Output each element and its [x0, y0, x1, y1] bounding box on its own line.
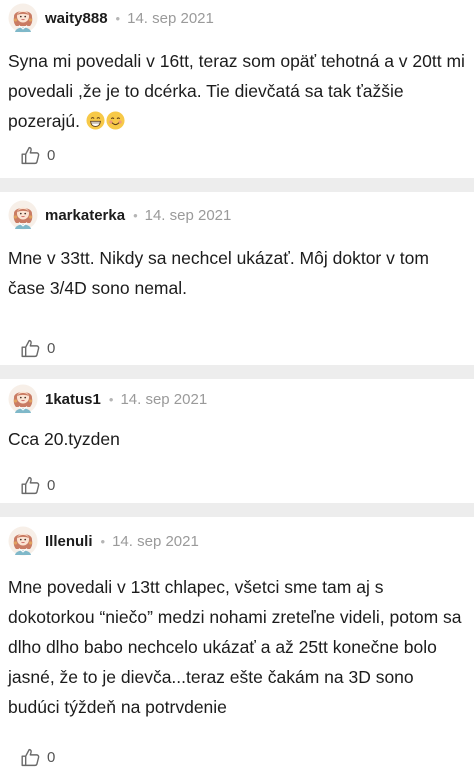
like-count: 0	[47, 340, 56, 357]
comment-date: 14. sep 2021	[144, 206, 232, 224]
comment-date: 14. sep 2021	[120, 390, 208, 408]
comment: 1katus1 • 14. sep 2021 Cca 20.tyzden 0	[0, 379, 474, 503]
comment-header: waity888 • 14. sep 2021	[8, 1, 214, 35]
comment-author[interactable]: markaterka	[45, 207, 125, 224]
thumbs-up-icon[interactable]	[20, 475, 41, 496]
meta-separator: •	[100, 533, 106, 549]
comment-header: markaterka • 14. sep 2021	[8, 198, 231, 232]
avatar-icon[interactable]	[8, 3, 38, 33]
smiling-face-emoji-icon	[106, 111, 125, 130]
comment-date: 14. sep 2021	[127, 9, 214, 27]
comment-text: Cca 20.tyzden	[8, 429, 120, 449]
comment-text: Syna mi povedali v 16tt, teraz som opäť …	[8, 46, 466, 136]
thumbs-up-icon[interactable]	[20, 747, 41, 768]
like-button[interactable]: 0	[20, 475, 55, 496]
comment-date: 14. sep 2021	[112, 532, 199, 550]
comment: markaterka • 14. sep 2021 Mne v 33tt. Ni…	[0, 192, 474, 365]
comment-author[interactable]: 1katus1	[45, 391, 101, 408]
comment-body: Syna mi povedali v 16tt, teraz som opäť …	[8, 51, 465, 131]
avatar-icon[interactable]	[8, 384, 38, 414]
comment: Illenuli • 14. sep 2021 Mne povedali v 1…	[0, 517, 474, 779]
comment-text: Mne v 33tt. Nikdy sa nechcel ukázať. Môj…	[8, 248, 429, 298]
thumbs-up-icon[interactable]	[20, 338, 41, 359]
meta-separator: •	[133, 207, 138, 223]
comment-divider	[0, 503, 474, 517]
comment-divider	[0, 178, 474, 192]
like-button[interactable]: 0	[20, 338, 55, 359]
grinning-face-emoji-icon	[86, 111, 105, 130]
comment-header: 1katus1 • 14. sep 2021	[8, 382, 207, 416]
comment-author[interactable]: Illenuli	[45, 533, 93, 550]
avatar-icon[interactable]	[8, 526, 38, 556]
comment: waity888 • 14. sep 2021 Syna mi povedali…	[0, 0, 474, 178]
avatar-icon[interactable]	[8, 200, 38, 230]
meta-separator: •	[108, 391, 114, 407]
comment-header: Illenuli • 14. sep 2021	[8, 524, 199, 558]
comment-text: Mne povedali v 13tt chlapec, všetci sme …	[8, 577, 462, 717]
like-count: 0	[47, 749, 56, 766]
meta-separator: •	[115, 10, 121, 26]
comment-divider	[0, 365, 474, 379]
thumbs-up-icon[interactable]	[20, 145, 41, 166]
like-button[interactable]: 0	[20, 747, 55, 768]
comment-author[interactable]: waity888	[45, 10, 108, 27]
like-count: 0	[47, 147, 56, 164]
like-button[interactable]: 0	[20, 145, 55, 166]
like-count: 0	[47, 477, 56, 494]
